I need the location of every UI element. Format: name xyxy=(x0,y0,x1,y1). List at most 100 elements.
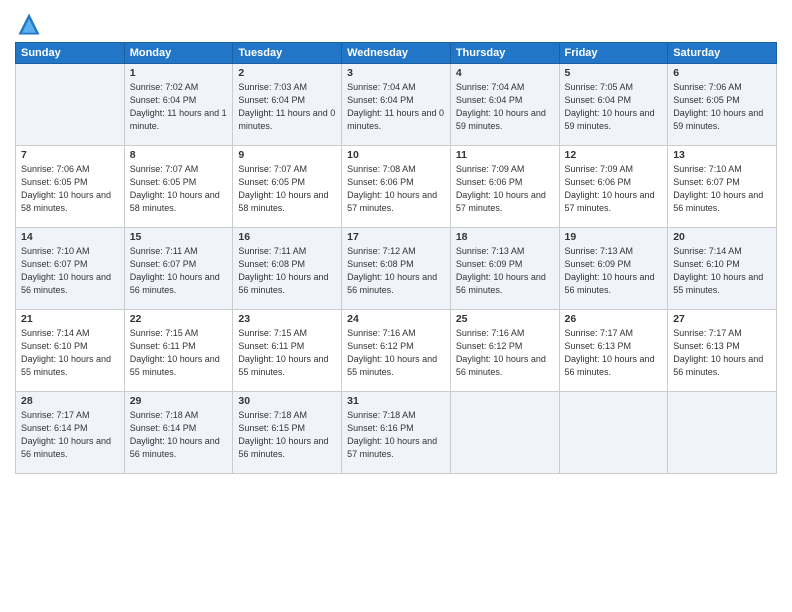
day-number: 17 xyxy=(347,231,445,243)
day-number: 10 xyxy=(347,149,445,161)
day-info: Sunrise: 7:15 AM Sunset: 6:11 PM Dayligh… xyxy=(238,327,336,379)
day-info: Sunrise: 7:16 AM Sunset: 6:12 PM Dayligh… xyxy=(456,327,554,379)
day-info: Sunrise: 7:04 AM Sunset: 6:04 PM Dayligh… xyxy=(347,81,445,133)
calendar-cell: 14Sunrise: 7:10 AM Sunset: 6:07 PM Dayli… xyxy=(16,228,125,310)
day-info: Sunrise: 7:13 AM Sunset: 6:09 PM Dayligh… xyxy=(565,245,663,297)
day-info: Sunrise: 7:14 AM Sunset: 6:10 PM Dayligh… xyxy=(21,327,119,379)
calendar-cell: 2Sunrise: 7:03 AM Sunset: 6:04 PM Daylig… xyxy=(233,64,342,146)
day-number: 21 xyxy=(21,313,119,325)
calendar-cell: 9 Sunrise: 7:07 AM Sunset: 6:05 PM Daylig… xyxy=(233,146,342,228)
day-info: Sunrise: 7:17 AM Sunset: 6:13 PM Dayligh… xyxy=(673,327,771,379)
calendar-cell: 6Sunrise: 7:06 AM Sunset: 6:05 PM Daylig… xyxy=(668,64,777,146)
day-info: Sunrise: 7:10 AM Sunset: 6:07 PM Dayligh… xyxy=(21,245,119,297)
day-number: 3 xyxy=(347,67,445,79)
day-info: Sunrise: 7:11 AM Sunset: 6:08 PM Dayligh… xyxy=(238,245,336,297)
calendar-body: 1 Sunrise: 7:02 AM Sunset: 6:04 PM Daylig… xyxy=(16,64,777,474)
header xyxy=(15,10,777,38)
day-number: 7 xyxy=(21,149,119,161)
calendar-cell xyxy=(668,392,777,474)
week-row-2: 7Sunrise: 7:06 AM Sunset: 6:05 PM Daylig… xyxy=(16,146,777,228)
day-info: Sunrise: 7:07 AM Sunset: 6:05 PM Dayligh… xyxy=(130,163,228,215)
day-number: 25 xyxy=(456,313,554,325)
calendar-cell: 10 Sunrise: 7:08 AM Sunset: 6:06 PM Dayli… xyxy=(342,146,451,228)
day-number: 12 xyxy=(565,149,663,161)
day-info: Sunrise: 7:09 AM Sunset: 6:06 PM Dayligh… xyxy=(565,163,663,215)
day-number: 18 xyxy=(456,231,554,243)
day-number: 13 xyxy=(673,149,771,161)
header-cell-wednesday: Wednesday xyxy=(342,43,451,64)
day-number: 23 xyxy=(238,313,336,325)
header-cell-saturday: Saturday xyxy=(668,43,777,64)
day-info: Sunrise: 7:13 AM Sunset: 6:09 PM Dayligh… xyxy=(456,245,554,297)
day-info: Sunrise: 7:18 AM Sunset: 6:14 PM Dayligh… xyxy=(130,409,228,461)
calendar-cell: 30 Sunrise: 7:18 AM Sunset: 6:15 PM Dayli… xyxy=(233,392,342,474)
calendar-cell: 24 Sunrise: 7:16 AM Sunset: 6:12 PM Dayli… xyxy=(342,310,451,392)
calendar-cell: 31 Sunrise: 7:18 AM Sunset: 6:16 PM Dayli… xyxy=(342,392,451,474)
day-info: Sunrise: 7:08 AM Sunset: 6:06 PM Dayligh… xyxy=(347,163,445,215)
calendar-cell: 3 Sunrise: 7:04 AM Sunset: 6:04 PM Daylig… xyxy=(342,64,451,146)
day-info: Sunrise: 7:11 AM Sunset: 6:07 PM Dayligh… xyxy=(130,245,228,297)
day-number: 2 xyxy=(238,67,336,79)
calendar-cell: 25 Sunrise: 7:16 AM Sunset: 6:12 PM Dayli… xyxy=(450,310,559,392)
day-info: Sunrise: 7:07 AM Sunset: 6:05 PM Dayligh… xyxy=(238,163,336,215)
calendar-cell: 1 Sunrise: 7:02 AM Sunset: 6:04 PM Daylig… xyxy=(124,64,233,146)
calendar-cell xyxy=(16,64,125,146)
header-cell-monday: Monday xyxy=(124,43,233,64)
day-number: 20 xyxy=(673,231,771,243)
day-info: Sunrise: 7:12 AM Sunset: 6:08 PM Dayligh… xyxy=(347,245,445,297)
logo-icon xyxy=(15,10,43,38)
day-number: 29 xyxy=(130,395,228,407)
calendar-cell xyxy=(450,392,559,474)
week-row-3: 14Sunrise: 7:10 AM Sunset: 6:07 PM Dayli… xyxy=(16,228,777,310)
header-cell-friday: Friday xyxy=(559,43,668,64)
day-number: 27 xyxy=(673,313,771,325)
day-number: 19 xyxy=(565,231,663,243)
header-row: SundayMondayTuesdayWednesdayThursdayFrid… xyxy=(16,43,777,64)
day-number: 16 xyxy=(238,231,336,243)
day-number: 31 xyxy=(347,395,445,407)
week-row-1: 1 Sunrise: 7:02 AM Sunset: 6:04 PM Daylig… xyxy=(16,64,777,146)
calendar-cell: 26Sunrise: 7:17 AM Sunset: 6:13 PM Dayli… xyxy=(559,310,668,392)
calendar-cell: 21 Sunrise: 7:14 AM Sunset: 6:10 PM Dayli… xyxy=(16,310,125,392)
day-info: Sunrise: 7:17 AM Sunset: 6:14 PM Dayligh… xyxy=(21,409,119,461)
day-number: 5 xyxy=(565,67,663,79)
day-info: Sunrise: 7:10 AM Sunset: 6:07 PM Dayligh… xyxy=(673,163,771,215)
calendar-cell: 7Sunrise: 7:06 AM Sunset: 6:05 PM Daylig… xyxy=(16,146,125,228)
calendar-cell: 20 Sunrise: 7:14 AM Sunset: 6:10 PM Dayli… xyxy=(668,228,777,310)
calendar-cell xyxy=(559,392,668,474)
day-number: 1 xyxy=(130,67,228,79)
calendar-cell: 27 Sunrise: 7:17 AM Sunset: 6:13 PM Dayli… xyxy=(668,310,777,392)
calendar-table: SundayMondayTuesdayWednesdayThursdayFrid… xyxy=(15,42,777,474)
calendar-cell: 28 Sunrise: 7:17 AM Sunset: 6:14 PM Dayli… xyxy=(16,392,125,474)
calendar-cell: 23 Sunrise: 7:15 AM Sunset: 6:11 PM Dayli… xyxy=(233,310,342,392)
day-info: Sunrise: 7:02 AM Sunset: 6:04 PM Dayligh… xyxy=(130,81,228,133)
calendar-cell: 16 Sunrise: 7:11 AM Sunset: 6:08 PM Dayli… xyxy=(233,228,342,310)
day-info: Sunrise: 7:04 AM Sunset: 6:04 PM Dayligh… xyxy=(456,81,554,133)
day-number: 30 xyxy=(238,395,336,407)
day-number: 28 xyxy=(21,395,119,407)
calendar-cell: 29 Sunrise: 7:18 AM Sunset: 6:14 PM Dayli… xyxy=(124,392,233,474)
calendar-cell: 11Sunrise: 7:09 AM Sunset: 6:06 PM Dayli… xyxy=(450,146,559,228)
logo xyxy=(15,10,47,38)
day-info: Sunrise: 7:14 AM Sunset: 6:10 PM Dayligh… xyxy=(673,245,771,297)
day-info: Sunrise: 7:09 AM Sunset: 6:06 PM Dayligh… xyxy=(456,163,554,215)
day-number: 9 xyxy=(238,149,336,161)
calendar-cell: 8 Sunrise: 7:07 AM Sunset: 6:05 PM Daylig… xyxy=(124,146,233,228)
week-row-5: 28 Sunrise: 7:17 AM Sunset: 6:14 PM Dayli… xyxy=(16,392,777,474)
day-number: 4 xyxy=(456,67,554,79)
day-info: Sunrise: 7:18 AM Sunset: 6:16 PM Dayligh… xyxy=(347,409,445,461)
day-number: 22 xyxy=(130,313,228,325)
calendar-cell: 15 Sunrise: 7:11 AM Sunset: 6:07 PM Dayli… xyxy=(124,228,233,310)
calendar-cell: 12 Sunrise: 7:09 AM Sunset: 6:06 PM Dayli… xyxy=(559,146,668,228)
header-cell-thursday: Thursday xyxy=(450,43,559,64)
header-cell-sunday: Sunday xyxy=(16,43,125,64)
day-info: Sunrise: 7:18 AM Sunset: 6:15 PM Dayligh… xyxy=(238,409,336,461)
day-number: 15 xyxy=(130,231,228,243)
day-number: 8 xyxy=(130,149,228,161)
calendar-cell: 22Sunrise: 7:15 AM Sunset: 6:11 PM Dayli… xyxy=(124,310,233,392)
day-number: 24 xyxy=(347,313,445,325)
day-info: Sunrise: 7:16 AM Sunset: 6:12 PM Dayligh… xyxy=(347,327,445,379)
calendar-header: SundayMondayTuesdayWednesdayThursdayFrid… xyxy=(16,43,777,64)
calendar-cell: 18 Sunrise: 7:13 AM Sunset: 6:09 PM Dayli… xyxy=(450,228,559,310)
day-info: Sunrise: 7:05 AM Sunset: 6:04 PM Dayligh… xyxy=(565,81,663,133)
